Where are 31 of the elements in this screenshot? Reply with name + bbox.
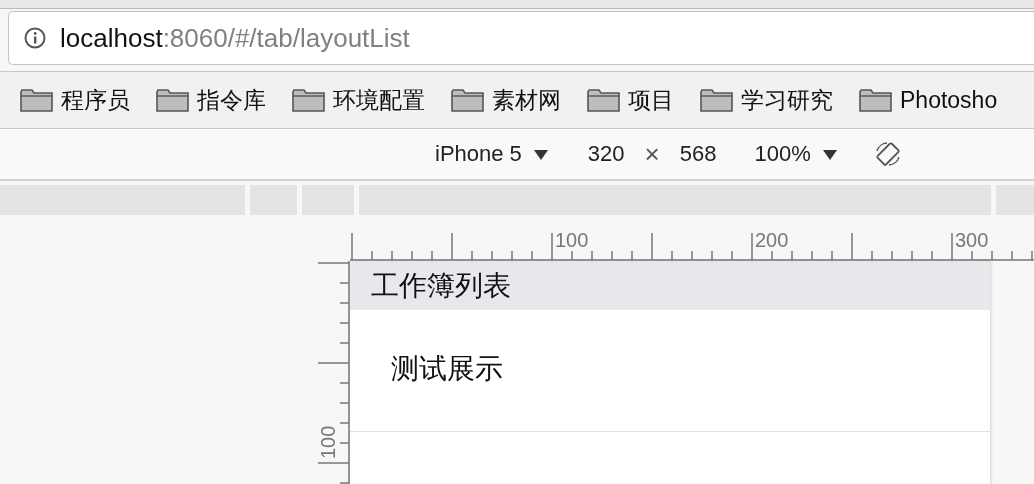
- list-item[interactable]: 测试展示: [350, 310, 503, 388]
- folder-icon: [451, 88, 484, 112]
- folder-icon: [156, 88, 189, 112]
- folder-icon: [20, 88, 53, 112]
- bookmark[interactable]: 环境配置: [292, 84, 425, 116]
- caret-icon: [822, 149, 837, 161]
- ruler-label: 200: [755, 229, 789, 251]
- ruler-label: 300: [955, 229, 989, 251]
- bookmark[interactable]: 素材网: [451, 84, 561, 116]
- url-path: :8060/#/tab/layoutList: [162, 22, 410, 54]
- zoom-select[interactable]: 100%: [754, 141, 837, 167]
- width-value[interactable]: 320: [587, 141, 625, 167]
- address-bar[interactable]: localhost:8060/#/tab/layoutList: [8, 11, 1034, 65]
- ruler-label: 100: [318, 425, 339, 459]
- caret-icon: [533, 149, 548, 161]
- page-header: 工作簿列表: [350, 261, 990, 310]
- folder-icon: [292, 88, 325, 112]
- height-value[interactable]: 568: [679, 141, 717, 167]
- folder-icon: [700, 88, 733, 112]
- bookmark[interactable]: Photosho: [859, 86, 998, 114]
- bookmark[interactable]: 学习研究: [700, 84, 833, 116]
- bookmark[interactable]: 程序员: [20, 84, 130, 116]
- times-sign: ×: [644, 138, 660, 170]
- folder-icon: [587, 88, 620, 112]
- info-icon[interactable]: [24, 27, 46, 49]
- bookmark[interactable]: 指令库: [156, 84, 266, 116]
- url-host: localhost: [60, 22, 163, 54]
- device-select[interactable]: iPhone 5: [435, 141, 548, 167]
- folder-icon: [859, 88, 892, 112]
- ruler-label: 100: [555, 229, 589, 251]
- bookmark[interactable]: 项目: [587, 84, 674, 116]
